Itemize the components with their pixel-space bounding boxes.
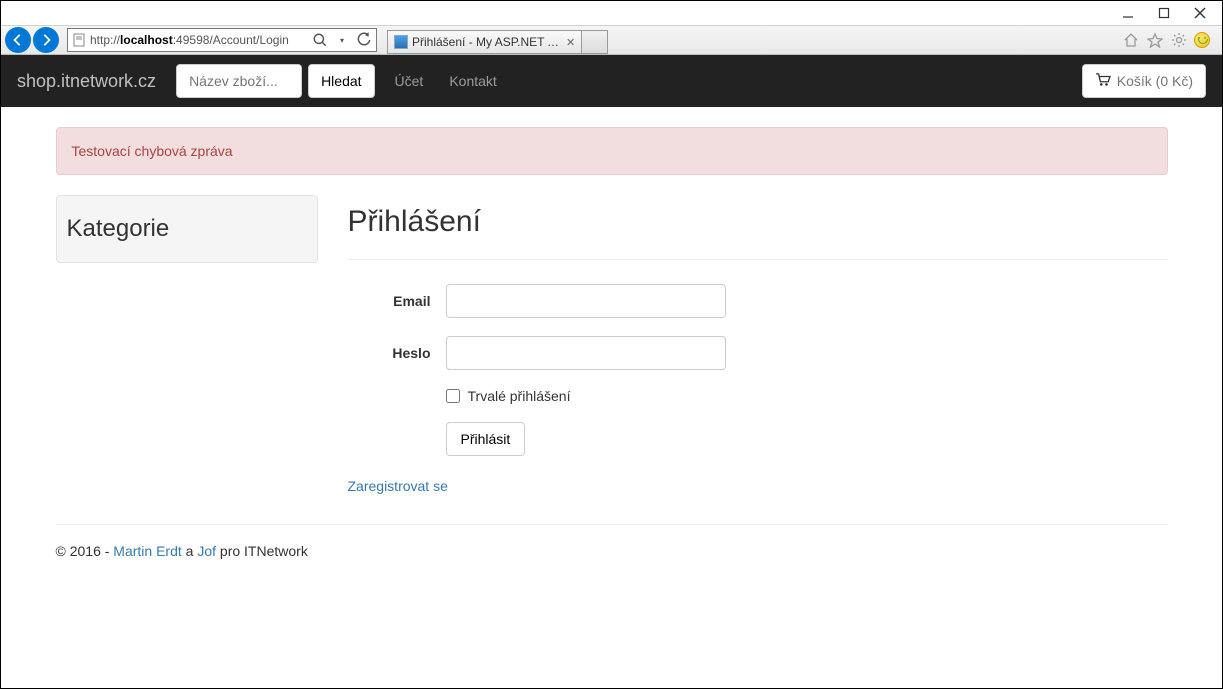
settings-icon[interactable] (1170, 31, 1188, 49)
url-text: http://localhost:49598/Account/Login (90, 33, 306, 47)
page-icon (72, 33, 86, 47)
footer-divider (56, 524, 1168, 525)
search-input[interactable] (176, 64, 302, 98)
home-icon[interactable] (1122, 31, 1140, 49)
search-icon[interactable] (312, 32, 328, 48)
sidebar-panel: Kategorie (56, 195, 318, 263)
footer-author2-link[interactable]: Jof (197, 543, 216, 559)
error-alert: Testovací chybová zpráva (56, 127, 1168, 175)
dropdown-icon[interactable]: ▾ (334, 32, 350, 48)
cart-icon (1095, 73, 1111, 90)
page-title: Přihlášení (348, 205, 1168, 239)
email-label: Email (348, 293, 446, 309)
new-tab-button[interactable] (582, 30, 608, 54)
password-label: Heslo (348, 345, 446, 361)
login-button[interactable]: Přihlásit (446, 422, 526, 456)
login-form: Email Heslo Trvalé přihlášení (348, 284, 904, 456)
password-field[interactable] (446, 336, 726, 370)
favorites-icon[interactable] (1146, 31, 1164, 49)
tab-favicon (394, 35, 408, 49)
window-close-button[interactable] (1182, 2, 1218, 24)
footer-author1-link[interactable]: Martin Erdt (113, 543, 181, 559)
window-minimize-button[interactable] (1110, 2, 1146, 24)
alert-message: Testovací chybová zpráva (72, 143, 233, 159)
cart-label: Košík (0 Kč) (1117, 73, 1193, 89)
cart-button[interactable]: Košík (0 Kč) (1082, 64, 1206, 98)
forward-button[interactable] (33, 27, 59, 53)
brand-link[interactable]: shop.itnetwork.cz (17, 71, 156, 92)
window-maximize-button[interactable] (1146, 2, 1182, 24)
tab-title: Přihlášení - My ASP.NET Ap... (412, 35, 562, 49)
refresh-icon[interactable] (356, 32, 372, 48)
search-button[interactable]: Hledat (308, 64, 374, 98)
site-navbar: shop.itnetwork.cz Hledat Účet Kontakt Ko… (1, 55, 1222, 107)
footer-text: © 2016 - Martin Erdt a Jof pro ITNetwork (56, 543, 1168, 559)
nav-link-account[interactable]: Účet (395, 73, 424, 89)
remember-label: Trvalé přihlášení (468, 388, 571, 404)
sidebar-title: Kategorie (67, 215, 307, 243)
smiley-icon[interactable] (1194, 32, 1210, 48)
nav-link-contact[interactable]: Kontakt (449, 73, 496, 89)
back-button[interactable] (5, 27, 31, 53)
browser-toolbar: http://localhost:49598/Account/Login ▾ P… (1, 25, 1222, 55)
email-field[interactable] (446, 284, 726, 318)
browser-tab[interactable]: Přihlášení - My ASP.NET Ap... ✕ (387, 30, 582, 54)
address-bar[interactable]: http://localhost:49598/Account/Login ▾ (67, 28, 377, 52)
search-form: Hledat (176, 64, 374, 98)
remember-checkbox[interactable] (446, 389, 460, 403)
window-titlebar (1, 1, 1222, 25)
register-link[interactable]: Zaregistrovat se (348, 478, 448, 494)
tab-close-icon[interactable]: ✕ (566, 36, 575, 49)
divider (348, 259, 1168, 260)
